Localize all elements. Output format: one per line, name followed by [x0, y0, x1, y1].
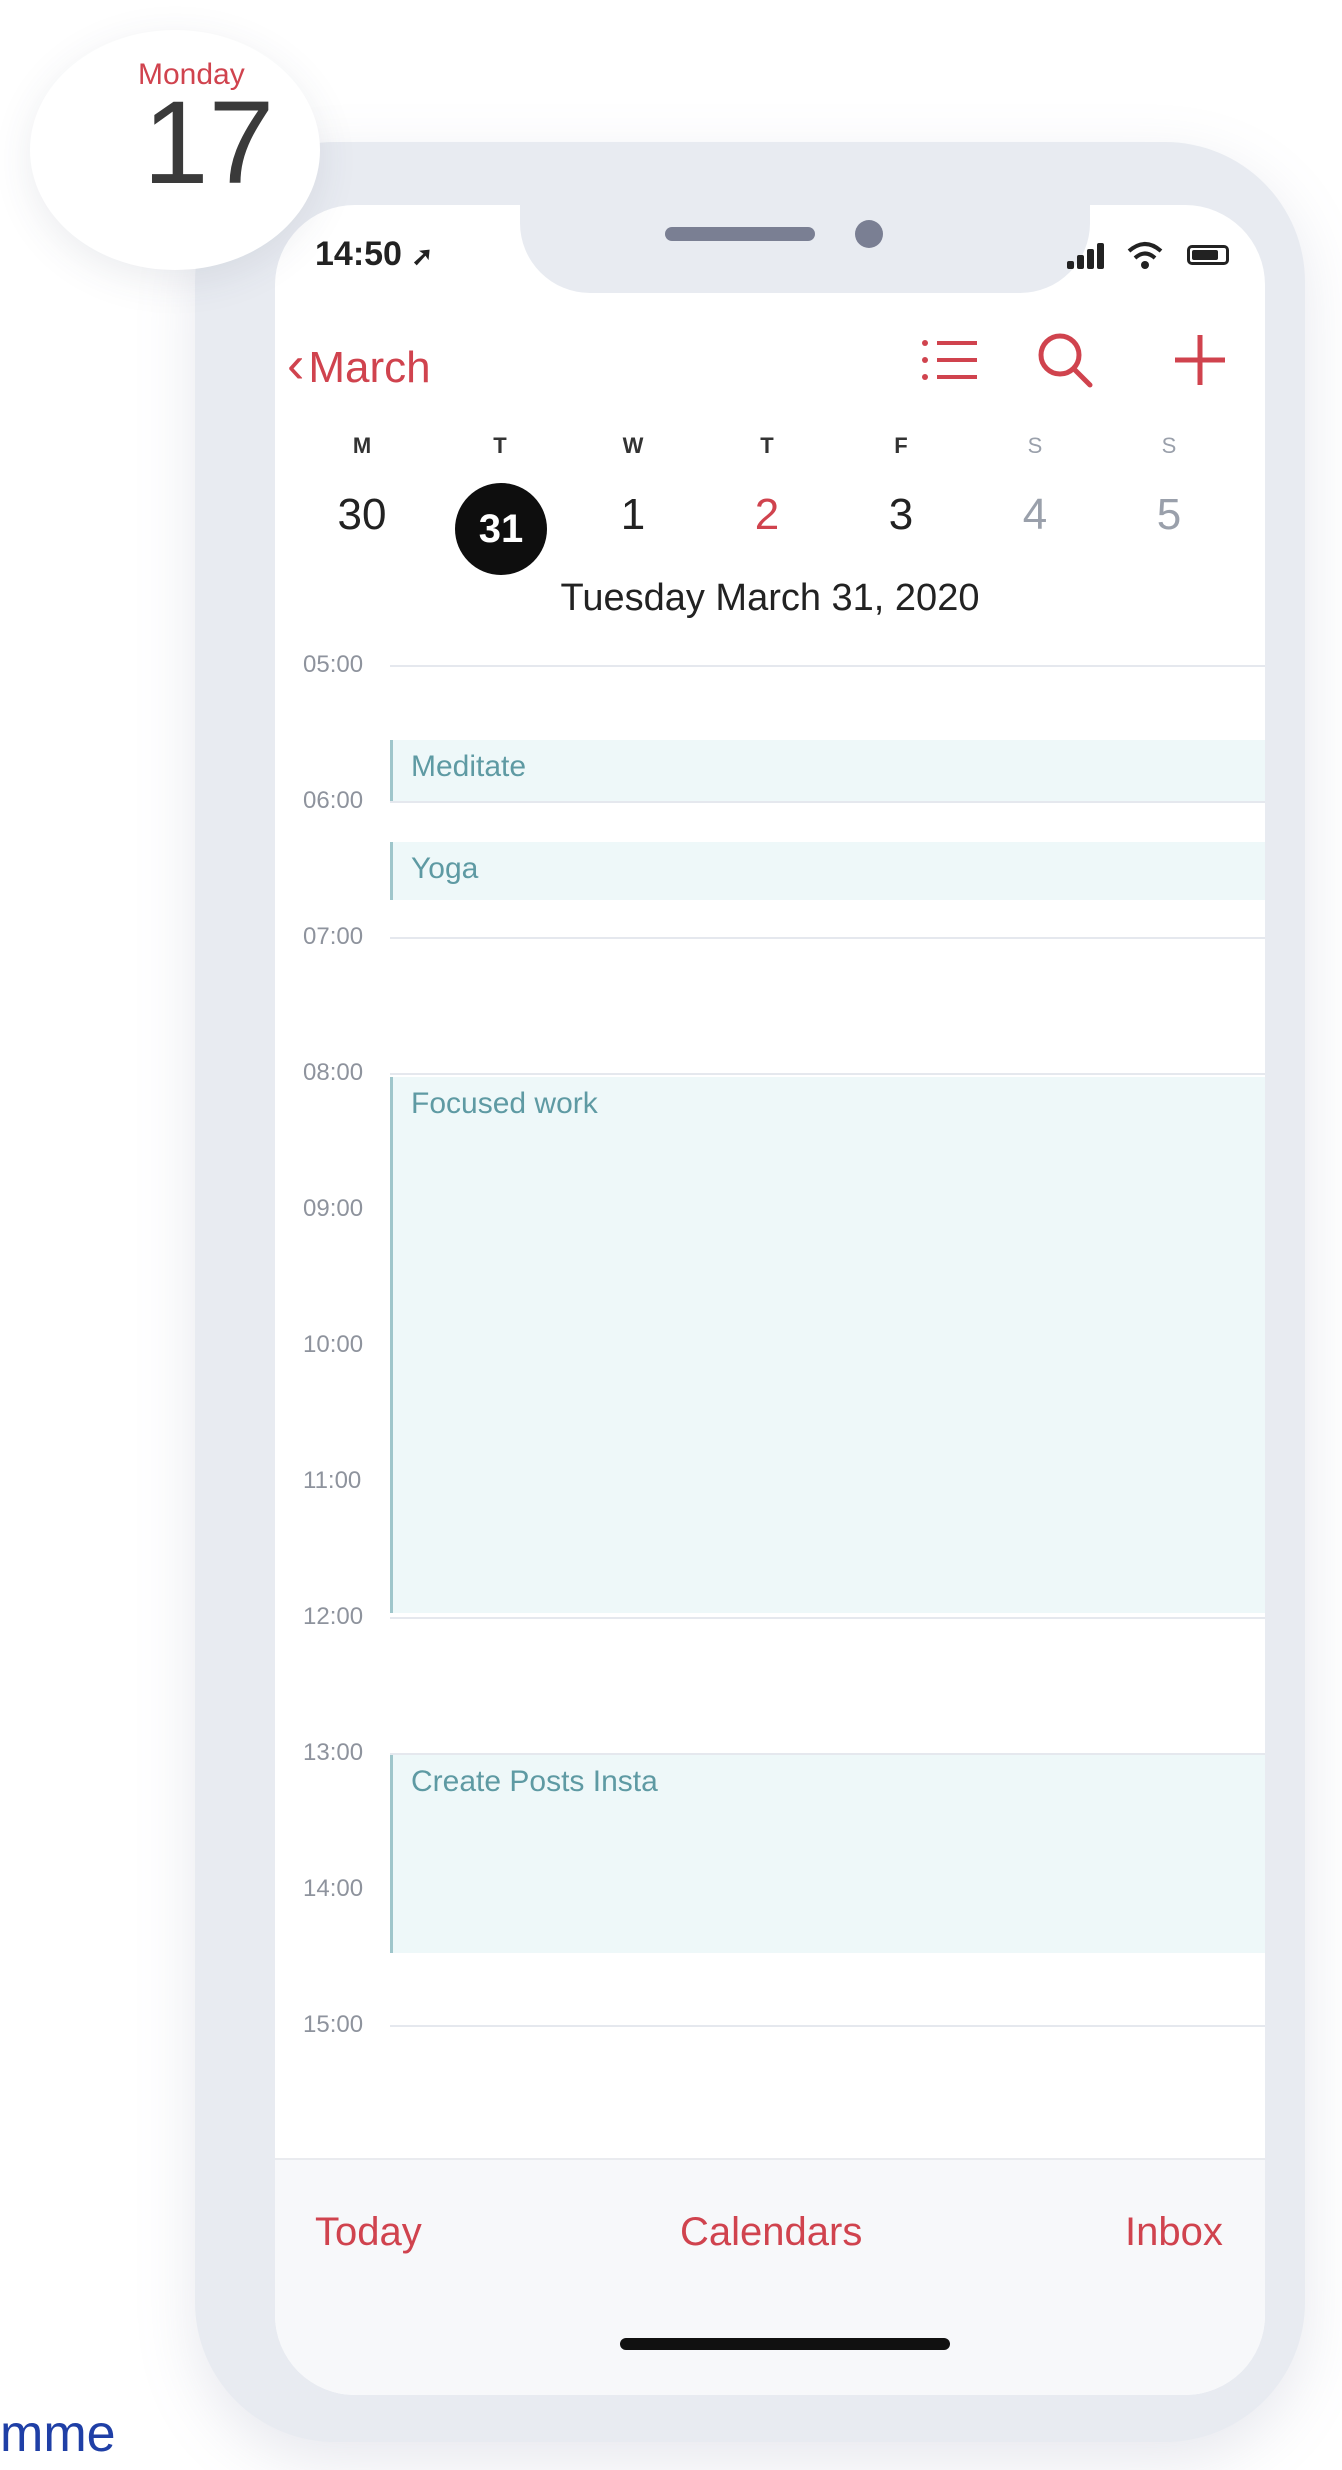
- weekday-letter: T: [493, 433, 507, 458]
- event-meditate[interactable]: Meditate: [390, 740, 1265, 801]
- corner-text: mme: [0, 2405, 116, 2463]
- tab-calendars[interactable]: Calendars: [680, 2210, 862, 2255]
- event-title: Meditate: [411, 750, 527, 783]
- event-create-posts-insta[interactable]: Create Posts Insta: [390, 1755, 1265, 1953]
- icon-day-number: 17: [143, 77, 275, 209]
- hour-label: 05:00: [303, 651, 364, 678]
- day-1[interactable]: 1: [588, 490, 678, 540]
- tab-inbox[interactable]: Inbox: [1125, 2210, 1223, 2255]
- day-timeline[interactable]: 05:00 06:00 07:00 08:00 09:00 10:00 11:0…: [275, 651, 1265, 2160]
- hour-label: 14:00: [303, 1875, 364, 1902]
- selected-day-31[interactable]: 31: [455, 483, 547, 575]
- notch: [520, 205, 1090, 293]
- chevron-left-icon: ‹: [287, 336, 305, 394]
- list-icon[interactable]: [915, 325, 985, 395]
- day-5[interactable]: 5: [1124, 490, 1214, 540]
- weekday-letter: T: [760, 433, 774, 458]
- hour-label: 09:00: [303, 1195, 364, 1222]
- hour-line: [390, 665, 1265, 667]
- back-label: March: [308, 343, 431, 392]
- weekday-letter: M: [352, 433, 372, 458]
- tab-today[interactable]: Today: [315, 2210, 422, 2255]
- event-focused-work[interactable]: Focused work: [390, 1077, 1265, 1613]
- day-2[interactable]: 2: [722, 490, 812, 540]
- hour-line: [390, 2025, 1265, 2027]
- hour-label: 15:00: [303, 2011, 364, 2038]
- back-button[interactable]: ‹March: [287, 335, 431, 395]
- status-time-text: 14:50: [315, 235, 402, 273]
- weekday-letter: S: [1027, 433, 1043, 458]
- add-icon[interactable]: [1165, 325, 1235, 395]
- weekday-letter: W: [622, 433, 644, 458]
- hour-line: [390, 1073, 1265, 1075]
- camera: [855, 220, 883, 248]
- wifi-icon: [1127, 242, 1163, 269]
- event-title: Create Posts Insta: [411, 1765, 658, 1798]
- speaker: [665, 227, 815, 241]
- selected-date-title: Tuesday March 31, 2020: [560, 577, 980, 619]
- hour-label: 10:00: [303, 1331, 364, 1358]
- weekday-letter: S: [1161, 433, 1177, 458]
- hour-line: [390, 801, 1265, 803]
- event-title: Focused work: [411, 1087, 598, 1120]
- battery-icon: [1187, 245, 1229, 265]
- hour-line: [390, 937, 1265, 939]
- event-yoga[interactable]: Yoga: [390, 842, 1265, 900]
- weekday-letter: F: [894, 433, 908, 458]
- status-time: 14:50 ➚: [315, 235, 433, 274]
- signal-icon: [1067, 237, 1107, 273]
- search-icon[interactable]: [1030, 325, 1100, 395]
- phone-screen: 14:50 ➚ ‹March M T W T F S S 30 31 1 2 3…: [275, 205, 1265, 2395]
- hour-label: 13:00: [303, 1739, 364, 1766]
- day-30[interactable]: 30: [317, 490, 407, 540]
- day-3[interactable]: 3: [856, 490, 946, 540]
- hour-label: 06:00: [303, 787, 364, 814]
- hour-line: [390, 1617, 1265, 1619]
- day-4[interactable]: 4: [990, 490, 1080, 540]
- tab-bar: Today Calendars Inbox: [275, 2158, 1265, 2395]
- hour-label: 11:00: [303, 1467, 362, 1494]
- hour-label: 12:00: [303, 1603, 364, 1630]
- location-arrow-icon: ➚: [411, 241, 434, 271]
- status-icons: [1067, 237, 1237, 273]
- home-indicator: [620, 2338, 950, 2350]
- hour-label: 08:00: [303, 1059, 364, 1086]
- event-title: Yoga: [411, 852, 479, 885]
- hour-label: 07:00: [303, 923, 364, 950]
